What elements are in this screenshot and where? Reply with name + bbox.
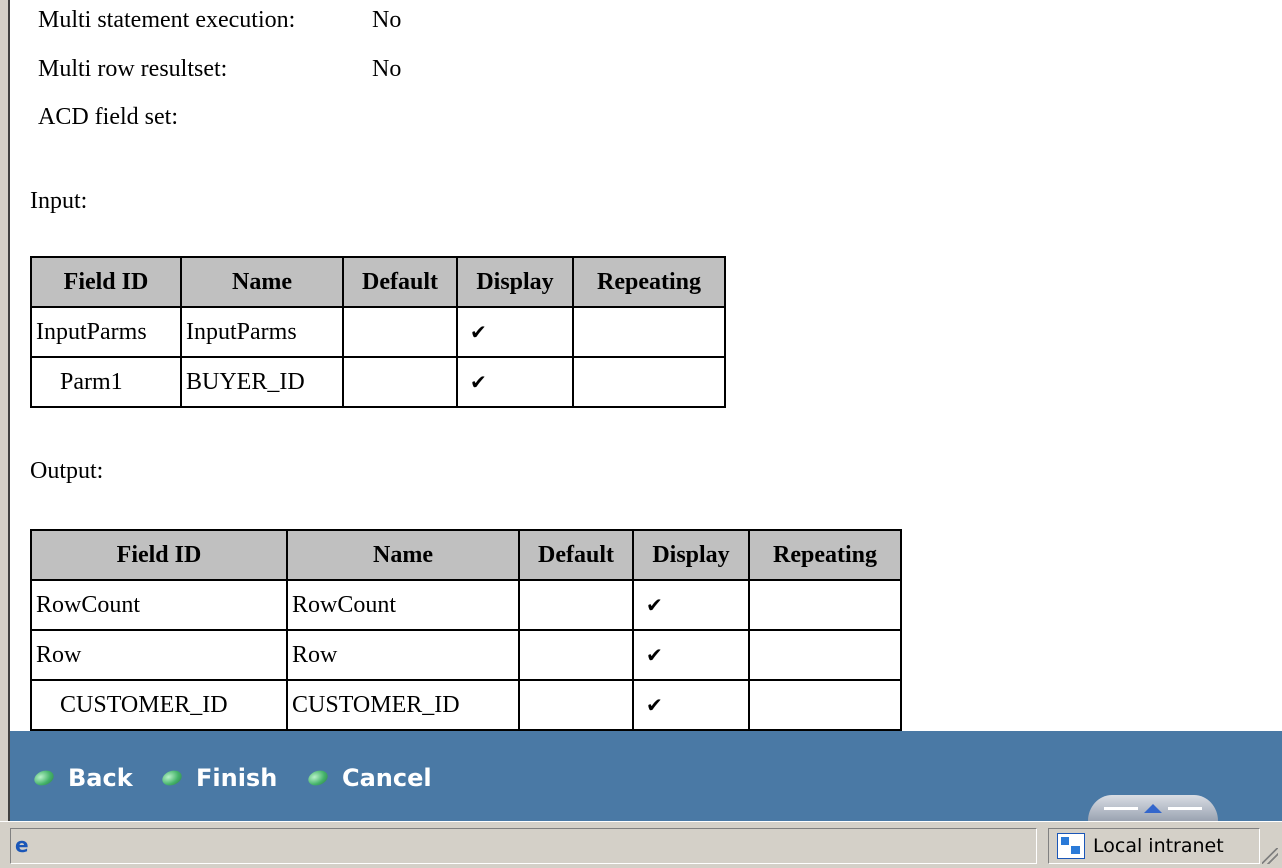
repeating-cell bbox=[572, 356, 726, 408]
back-button-label: Back bbox=[68, 764, 133, 792]
cancel-button-label: Cancel bbox=[342, 764, 432, 792]
field-id-cell: InputParms bbox=[30, 306, 182, 358]
back-button[interactable]: Back bbox=[32, 761, 133, 795]
intranet-zone-icon bbox=[1057, 833, 1085, 859]
ie-page-icon: e bbox=[15, 833, 29, 857]
repeating-cell bbox=[572, 306, 726, 358]
security-zone-panel: Local intranet bbox=[1048, 828, 1260, 864]
finish-button[interactable]: Finish bbox=[160, 761, 278, 795]
property-label: Multi statement execution: bbox=[38, 7, 296, 33]
finish-button-label: Finish bbox=[196, 764, 278, 792]
cancel-button[interactable]: Cancel bbox=[306, 761, 432, 795]
output-table: Field ID Name Default Display Repeating … bbox=[30, 529, 902, 731]
column-header: Repeating bbox=[572, 256, 726, 308]
name-cell: RowCount bbox=[286, 579, 520, 631]
status-bar: e Local intranet bbox=[0, 821, 1282, 868]
property-value: No bbox=[372, 56, 402, 82]
display-check-icon: ✔ bbox=[632, 679, 750, 731]
field-id-cell: Parm1 bbox=[30, 356, 182, 408]
window-frame-left bbox=[0, 0, 10, 840]
column-header: Field ID bbox=[30, 256, 182, 308]
table-header-row: Field ID Name Default Display Repeating bbox=[30, 529, 902, 581]
column-header: Field ID bbox=[30, 529, 288, 581]
field-id-cell: CUSTOMER_ID bbox=[30, 679, 288, 731]
display-check-icon: ✔ bbox=[632, 579, 750, 631]
table-row: InputParms InputParms ✔ bbox=[30, 306, 726, 358]
property-row: Multi statement execution: No bbox=[38, 6, 401, 34]
table-row: Row Row ✔ bbox=[30, 629, 902, 681]
default-cell bbox=[518, 679, 634, 731]
name-cell: Row bbox=[286, 629, 520, 681]
default-cell bbox=[342, 306, 458, 358]
column-header: Display bbox=[456, 256, 574, 308]
name-cell: BUYER_ID bbox=[180, 356, 344, 408]
green-bullet-icon bbox=[32, 768, 56, 788]
green-bullet-icon bbox=[306, 768, 330, 788]
default-cell bbox=[342, 356, 458, 408]
repeating-cell bbox=[748, 679, 902, 731]
default-cell bbox=[518, 579, 634, 631]
property-row: ACD field set: bbox=[38, 103, 372, 131]
zone-label: Local intranet bbox=[1093, 835, 1224, 857]
column-header: Repeating bbox=[748, 529, 902, 581]
display-check-icon: ✔ bbox=[456, 306, 574, 358]
display-check-icon: ✔ bbox=[632, 629, 750, 681]
field-id-cell: Row bbox=[30, 629, 288, 681]
content-pane: Multi statement execution: No Multi row r… bbox=[10, 0, 1282, 731]
column-header: Name bbox=[180, 256, 344, 308]
column-header: Display bbox=[632, 529, 750, 581]
input-section-label: Input: bbox=[30, 188, 88, 214]
resize-grip[interactable] bbox=[1262, 848, 1278, 864]
table-header-row: Field ID Name Default Display Repeating bbox=[30, 256, 726, 308]
repeating-cell bbox=[748, 629, 902, 681]
property-label: Multi row resultset: bbox=[38, 56, 228, 82]
collapse-arrow-icon bbox=[1144, 803, 1162, 813]
input-table: Field ID Name Default Display Repeating … bbox=[30, 256, 726, 408]
display-check-icon: ✔ bbox=[456, 356, 574, 408]
field-id-cell: RowCount bbox=[30, 579, 288, 631]
collapse-handle[interactable] bbox=[1088, 795, 1218, 821]
table-row: Parm1 BUYER_ID ✔ bbox=[30, 356, 726, 408]
property-value: No bbox=[372, 7, 402, 33]
property-label: ACD field set: bbox=[38, 104, 178, 130]
status-text-panel: e bbox=[10, 828, 1037, 864]
name-cell: CUSTOMER_ID bbox=[286, 679, 520, 731]
output-section-label: Output: bbox=[30, 458, 104, 484]
name-cell: InputParms bbox=[180, 306, 344, 358]
repeating-cell bbox=[748, 579, 902, 631]
table-row: CUSTOMER_ID CUSTOMER_ID ✔ bbox=[30, 679, 902, 731]
column-header: Name bbox=[286, 529, 520, 581]
column-header: Default bbox=[342, 256, 458, 308]
property-row: Multi row resultset: No bbox=[38, 55, 401, 83]
wizard-footer: Back Finish Cancel bbox=[10, 731, 1282, 821]
table-row: RowCount RowCount ✔ bbox=[30, 579, 902, 631]
column-header: Default bbox=[518, 529, 634, 581]
green-bullet-icon bbox=[160, 768, 184, 788]
default-cell bbox=[518, 629, 634, 681]
